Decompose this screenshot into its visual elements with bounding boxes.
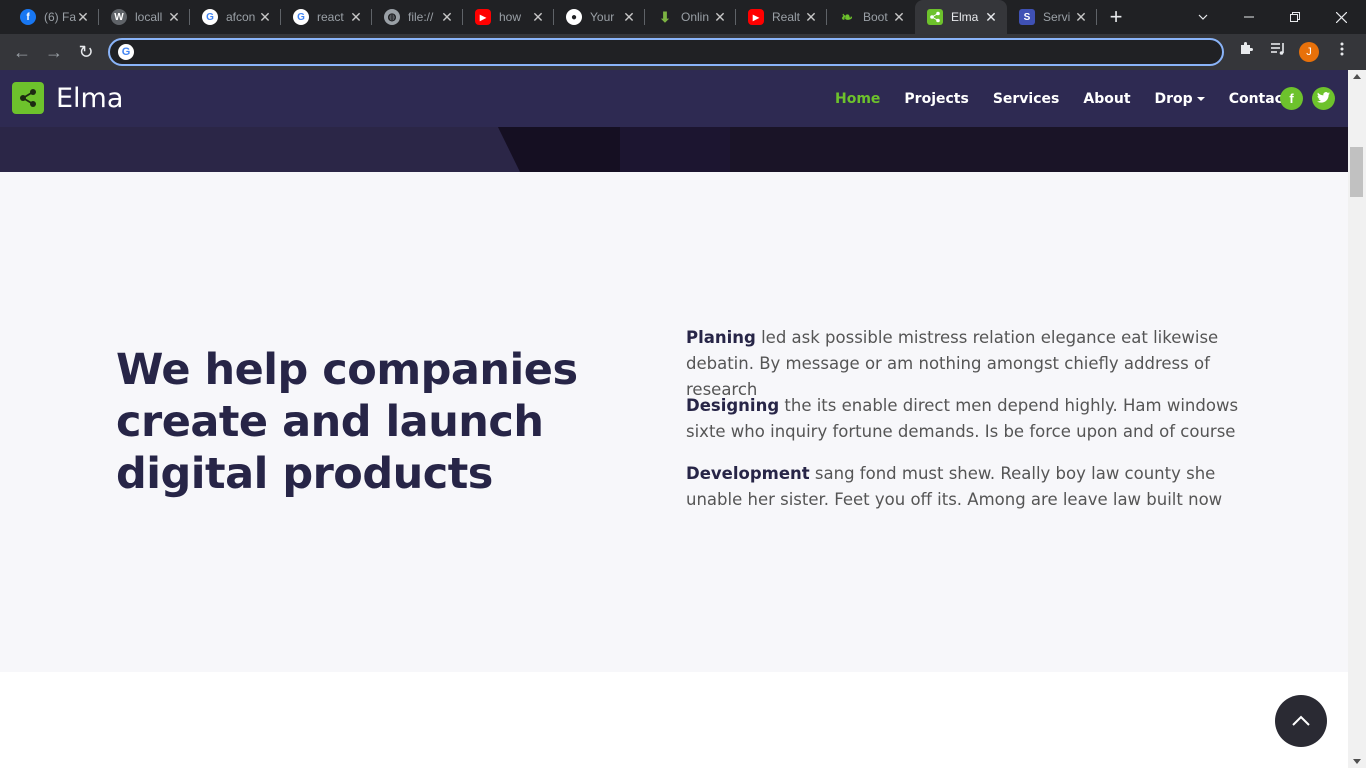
- tab-title: Elma: [951, 10, 979, 24]
- youtube-icon: ▶: [475, 9, 491, 25]
- tab-title: react: [317, 10, 344, 24]
- close-icon[interactable]: ✕: [891, 9, 907, 25]
- address-bar[interactable]: G: [108, 38, 1224, 66]
- page-viewport: Elma Home Projects Services About Drop C…: [0, 70, 1348, 768]
- main-nav: Home Projects Services About Drop Contac…: [835, 87, 1314, 111]
- page-scrollbar[interactable]: [1348, 70, 1366, 768]
- browser-tab-elma[interactable]: Elma ✕: [915, 0, 1007, 34]
- next-section: [0, 672, 1348, 768]
- google-icon: G: [293, 9, 309, 25]
- close-icon[interactable]: ✕: [166, 9, 182, 25]
- browser-tab-services[interactable]: S Servi ✕: [1007, 0, 1097, 34]
- caret-down-icon: [1196, 97, 1205, 101]
- tab-title: locall: [135, 10, 163, 24]
- facebook-icon[interactable]: f: [1280, 87, 1303, 110]
- reload-icon[interactable]: ↻: [74, 40, 98, 64]
- back-to-top-button[interactable]: [1275, 695, 1327, 747]
- new-tab-button[interactable]: +: [1104, 5, 1128, 29]
- minimize-button[interactable]: [1226, 0, 1272, 34]
- tab-title: Realt: [772, 10, 801, 24]
- google-icon: G: [202, 9, 218, 25]
- share-icon: [927, 9, 943, 25]
- tab-title: (6) Fa: [44, 10, 76, 24]
- download-icon: ⬇: [659, 8, 671, 25]
- close-icon[interactable]: ✕: [1073, 9, 1089, 25]
- tab-title: Your: [590, 10, 615, 24]
- browser-tab-online[interactable]: ⬇ Onlin ✕: [645, 0, 736, 34]
- globe-icon: ◍: [384, 9, 400, 25]
- browser-tab-afcon[interactable]: G afcon ✕: [190, 0, 281, 34]
- browser-tab-file[interactable]: ◍ file:// ✕: [372, 0, 463, 34]
- tab-title: Servi: [1043, 10, 1071, 24]
- planing-title: Planing: [686, 328, 756, 347]
- close-icon[interactable]: ✕: [257, 9, 273, 25]
- section-headline: We help companies create and launch digi…: [116, 345, 578, 499]
- brand-name: Elma: [56, 82, 124, 114]
- nav-home[interactable]: Home: [835, 91, 880, 107]
- browser-tab-bar: f (6) Fa ✕ W locall ✕ G afcon ✕ G react …: [0, 0, 1366, 34]
- site-navbar: Elma Home Projects Services About Drop C…: [0, 70, 1348, 127]
- brand[interactable]: Elma: [12, 82, 123, 114]
- close-window-button[interactable]: [1318, 0, 1364, 34]
- tab-title: Onlin: [681, 10, 710, 24]
- designing-title: Designing: [686, 396, 780, 415]
- browser-tab-bootstrap[interactable]: ❧ Boot ✕: [827, 0, 915, 34]
- planing-paragraph: Planing led ask possible mistress relati…: [686, 325, 1246, 403]
- chevron-up-icon: [1292, 715, 1310, 726]
- browser-tab-github[interactable]: ● Your ✕: [554, 0, 645, 34]
- close-icon[interactable]: ✕: [530, 9, 546, 25]
- close-icon[interactable]: ✕: [712, 9, 728, 25]
- profile-avatar[interactable]: J: [1299, 42, 1319, 62]
- forward-arrow-icon[interactable]: →: [42, 40, 66, 64]
- close-icon[interactable]: ✕: [439, 9, 455, 25]
- tab-divider: [1096, 9, 1097, 25]
- nav-drop-dropdown[interactable]: Drop: [1155, 91, 1205, 107]
- browser-tab-facebook[interactable]: f (6) Fa ✕: [8, 0, 99, 34]
- close-icon[interactable]: ✕: [348, 9, 364, 25]
- close-icon[interactable]: ✕: [803, 9, 819, 25]
- browser-tab-react[interactable]: G react ✕: [281, 0, 372, 34]
- wordpress-icon: W: [111, 9, 127, 25]
- development-title: Development: [686, 464, 810, 483]
- s-badge-icon: S: [1019, 9, 1035, 25]
- back-arrow-icon[interactable]: ←: [10, 40, 34, 64]
- development-paragraph: Development sang fond must shew. Really …: [686, 461, 1246, 513]
- twitter-icon[interactable]: [1312, 87, 1335, 110]
- nav-about[interactable]: About: [1083, 91, 1130, 107]
- tab-title: file://: [408, 10, 434, 24]
- close-icon[interactable]: ✕: [983, 9, 999, 25]
- browser-tab-youtube-how[interactable]: ▶ how ✕: [463, 0, 554, 34]
- services-section: We help companies create and launch digi…: [0, 172, 1348, 672]
- browser-toolbar: ← → ↻ G J: [0, 34, 1366, 70]
- scroll-up-arrow-icon[interactable]: [1353, 74, 1361, 79]
- scrollbar-thumb[interactable]: [1350, 147, 1363, 197]
- kebab-menu-icon[interactable]: [1330, 40, 1354, 64]
- tab-title: afcon: [226, 10, 256, 24]
- nav-drop-label: Drop: [1154, 91, 1193, 107]
- browser-tab-youtube-realt[interactable]: ▶ Realt ✕: [736, 0, 827, 34]
- scroll-down-arrow-icon[interactable]: [1353, 759, 1361, 764]
- google-icon: G: [118, 44, 134, 60]
- address-input[interactable]: [142, 43, 1202, 61]
- github-icon: ●: [566, 9, 582, 25]
- media-queue-icon[interactable]: [1266, 40, 1290, 64]
- youtube-icon: ▶: [748, 9, 764, 25]
- close-icon[interactable]: ✕: [75, 9, 91, 25]
- leaf-icon: ❧: [841, 8, 853, 25]
- nav-projects[interactable]: Projects: [904, 91, 968, 107]
- facebook-icon: f: [20, 9, 36, 25]
- tab-search-icon[interactable]: [1180, 0, 1226, 34]
- tab-title: how: [499, 10, 522, 24]
- designing-paragraph: Designing the its enable direct men depe…: [686, 393, 1246, 445]
- share-logo-icon: [12, 82, 44, 114]
- restore-button[interactable]: [1272, 0, 1318, 34]
- nav-services[interactable]: Services: [993, 91, 1060, 107]
- browser-tab-localhost[interactable]: W locall ✕: [99, 0, 190, 34]
- extensions-puzzle-icon[interactable]: [1234, 40, 1258, 64]
- close-icon[interactable]: ✕: [621, 9, 637, 25]
- planing-text: led ask possible mistress relation elega…: [686, 328, 1219, 399]
